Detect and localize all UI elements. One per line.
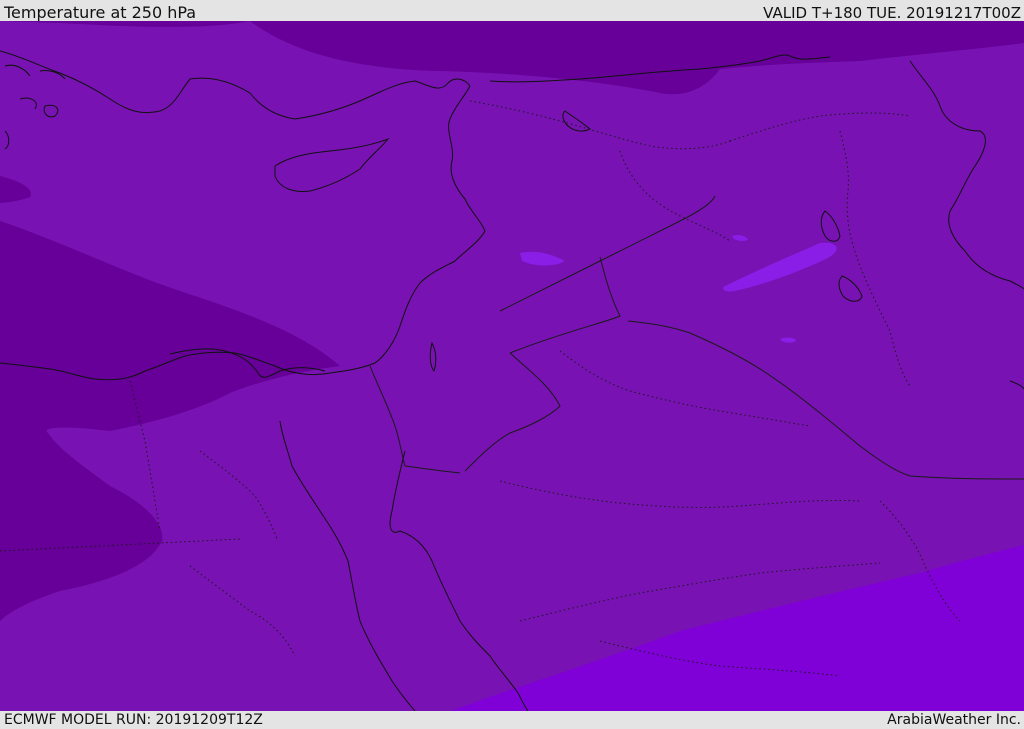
footer-bar: ECMWF MODEL RUN: 20191209T12Z ArabiaWeat… [0, 711, 1024, 729]
map-canvas [0, 21, 1024, 711]
credit: ArabiaWeather Inc. [887, 712, 1021, 728]
model-run: ECMWF MODEL RUN: 20191209T12Z [4, 712, 263, 728]
header-bar: Temperature at 250 hPa VALID T+180 TUE. … [0, 0, 1024, 22]
map-title: Temperature at 250 hPa [4, 3, 197, 22]
valid-time: VALID T+180 TUE. 20191217T00Z [763, 4, 1021, 22]
forecast-map-page: Temperature at 250 hPa VALID T+180 TUE. … [0, 0, 1024, 729]
weather-map[interactable] [0, 21, 1024, 711]
